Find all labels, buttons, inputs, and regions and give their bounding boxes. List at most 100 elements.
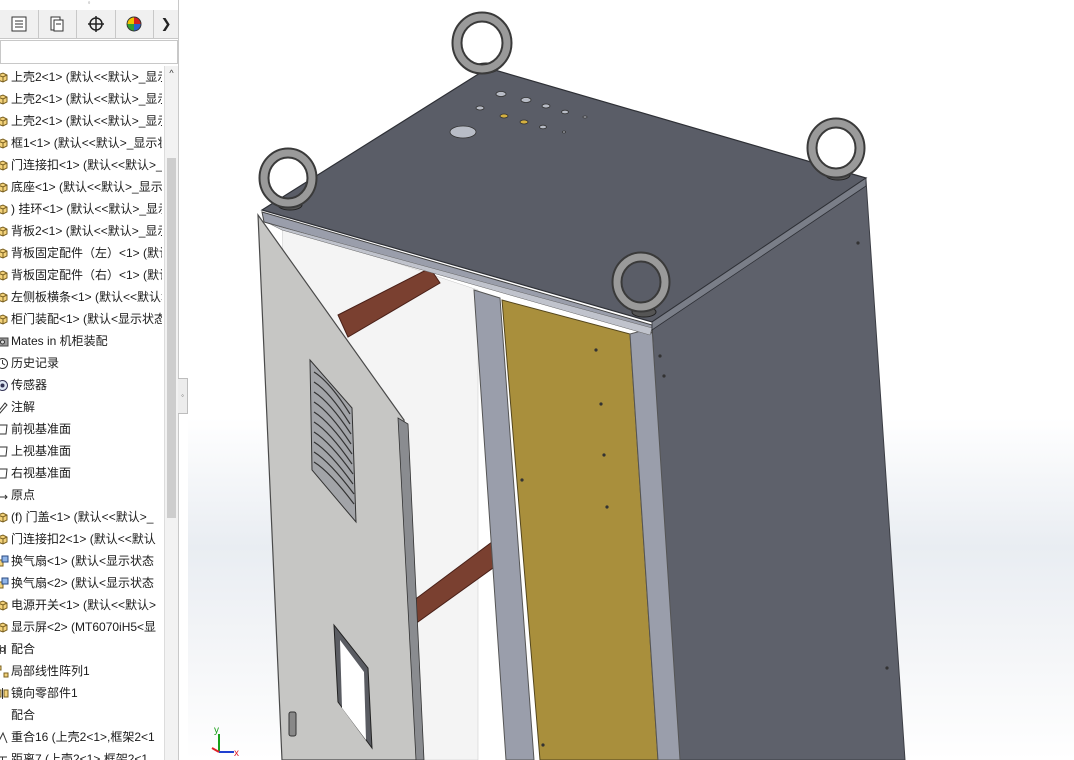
tab-more-arrow[interactable]: ❯ (154, 10, 178, 38)
plane-icon (0, 423, 9, 436)
crosshair-icon (87, 16, 104, 32)
part-icon (0, 159, 9, 172)
tree-item-label: 门连接扣<1> (默认<<默认>_显 (11, 158, 162, 172)
history-icon (0, 357, 9, 370)
scroll-up-arrow[interactable]: ^ (165, 66, 178, 80)
lifting-eye-bolt-right[interactable] (806, 117, 866, 181)
tree-item[interactable]: 传感器 (0, 374, 162, 396)
tree-item[interactable]: 上视基准面 (0, 440, 162, 462)
tree-item-label: Mates in 机柜装配 (11, 334, 108, 348)
tree-item[interactable]: 柜门装配<1> (默认<显示状态 (0, 308, 162, 330)
tree-item[interactable]: 左侧板横条<1> (默认<<默认>_ (0, 286, 162, 308)
tree-item[interactable]: 底座<1> (默认<<默认>_显示状 (0, 176, 162, 198)
plane-icon (0, 467, 9, 480)
axis-x-label: x (234, 748, 239, 759)
plane-icon (0, 445, 9, 458)
tree-item-label: 背板固定配件（右）<1> (默认< (11, 268, 162, 282)
part-icon (0, 291, 9, 304)
property-manager-icon (50, 16, 64, 32)
lifting-eye-bolt-left[interactable] (258, 147, 318, 211)
part-icon (0, 203, 9, 216)
tree-item[interactable]: 上壳2<1> (默认<<默认>_显示状 (0, 110, 162, 132)
view-triad[interactable]: y x (211, 725, 239, 759)
tree-item[interactable]: 框1<1> (默认<<默认>_显示状态 (0, 132, 162, 154)
tree-item-label: 右视基准面 (11, 466, 72, 480)
tree-item[interactable]: 显示屏<2> (MT6070iH5<显 (0, 616, 162, 638)
feature-manager-tabs: ❯ (0, 10, 178, 39)
tab-property-manager[interactable] (39, 10, 78, 38)
tree-item-label: 历史记录 (11, 356, 60, 370)
tree-item[interactable]: 换气扇<1> (默认<显示状态 (0, 550, 162, 572)
panel-grip[interactable]: ◦ (84, 0, 94, 7)
cabinet-model[interactable]: y x (188, 0, 1074, 760)
mates-folder-icon (0, 335, 9, 348)
tree-item[interactable]: 原点 (0, 484, 162, 506)
tree-item[interactable]: 配合 (0, 638, 162, 660)
tree-filter-input[interactable] (0, 40, 178, 64)
tree-item-label: 原点 (11, 488, 36, 502)
tree-item[interactable]: (f) 门盖<1> (默认<<默认>_ (0, 506, 162, 528)
part-icon (0, 313, 9, 326)
part-icon (0, 269, 9, 282)
part-icon (0, 247, 9, 260)
scroll-thumb[interactable] (167, 158, 176, 518)
tree-item[interactable]: 镜向零部件1 (0, 682, 162, 704)
feature-manager-panel: ◦ ❯ 上壳2<1> (默认<<默认>_显 上壳2<1> (默认<<默认>_显 … (0, 0, 179, 760)
tree-item[interactable]: 历史记录 (0, 352, 162, 374)
tree-item-label: 重合16 (上壳2<1>,框架2<1 (11, 730, 155, 744)
tree-item[interactable]: 电源开关<1> (默认<<默认> (0, 594, 162, 616)
tree-item[interactable]: 换气扇<2> (默认<显示状态 (0, 572, 162, 594)
tree-item-label: 框1<1> (默认<<默认>_显示状态 (11, 136, 162, 150)
tree-item-label: 左侧板横条<1> (默认<<默认>_ (11, 290, 162, 304)
tree-item[interactable]: 背板固定配件（右）<1> (默认< (0, 264, 162, 286)
tree-item[interactable]: ) 挂环<1> (默认<<默认>_显示 (0, 198, 162, 220)
tree-item[interactable]: 距离7 (上壳2<1>,框架2<1 (0, 748, 162, 760)
sensor-icon (0, 379, 9, 392)
part-icon (0, 621, 9, 634)
tree-item[interactable]: 门连接扣<1> (默认<<默认>_显 (0, 154, 162, 176)
tree-scrollbar[interactable]: ^ (164, 66, 178, 760)
part-icon (0, 225, 9, 238)
tree-item-label: 门连接扣2<1> (默认<<默认 (11, 532, 156, 546)
tree-item[interactable]: 局部线性阵列1 (0, 660, 162, 682)
tree-item[interactable]: 注解 (0, 396, 162, 418)
tree-item[interactable]: 门连接扣2<1> (默认<<默认 (0, 528, 162, 550)
part-icon (0, 511, 9, 524)
part-icon (0, 137, 9, 150)
tab-feature-tree[interactable] (0, 10, 39, 38)
pattern-icon (0, 665, 9, 678)
mate-icon (0, 643, 9, 656)
tree-item[interactable]: 背板固定配件（左）<1> (默认< (0, 242, 162, 264)
tree-item-label: 注解 (11, 400, 36, 414)
axis-y-label: y (214, 725, 219, 736)
tree-item[interactable]: 配合 (0, 704, 162, 726)
tree-item-label: 上壳2<1> (默认<<默认>_显示状 (11, 114, 162, 128)
door-latch[interactable] (288, 711, 297, 737)
annotation-icon (0, 401, 9, 414)
coincident-icon (0, 731, 9, 744)
tree-item-label: 上壳2<1> (默认<<默认>_显示状 (11, 92, 162, 106)
tree-item[interactable]: 上壳2<1> (默认<<默认>_显示状 (0, 88, 162, 110)
tree-item[interactable]: 右视基准面 (0, 462, 162, 484)
tree-item-label: ) 挂环<1> (默认<<默认>_显示 (11, 202, 162, 216)
graphics-viewport[interactable]: y x (188, 0, 1074, 760)
tree-item-label: 距离7 (上壳2<1>,框架2<1 (11, 752, 149, 760)
part-icon (0, 181, 9, 194)
tree-item-label: 镜向零部件1 (11, 686, 78, 700)
tab-display-manager[interactable] (116, 10, 155, 38)
lifting-eye-bolt-back[interactable] (451, 11, 513, 75)
assembly-icon (0, 577, 9, 590)
tree-item-label: 底座<1> (默认<<默认>_显示状 (11, 180, 162, 194)
tree-item[interactable]: 前视基准面 (0, 418, 162, 440)
part-icon (0, 71, 9, 84)
tree-item[interactable]: 背板2<1> (默认<<默认>_显示状 (0, 220, 162, 242)
tree-item[interactable]: Mates in 机柜装配 (0, 330, 162, 352)
part-icon (0, 599, 9, 612)
tab-configuration-manager[interactable] (77, 10, 116, 38)
tree-item-label: 配合 (11, 642, 36, 656)
panel-collapse-handle[interactable]: ◦ (178, 378, 188, 414)
tree-item-label: 配合 (11, 708, 36, 722)
tree-item[interactable]: 重合16 (上壳2<1>,框架2<1 (0, 726, 162, 748)
feature-tree-icon (11, 16, 27, 32)
tree-item[interactable]: 上壳2<1> (默认<<默认>_显示状 (0, 66, 162, 88)
